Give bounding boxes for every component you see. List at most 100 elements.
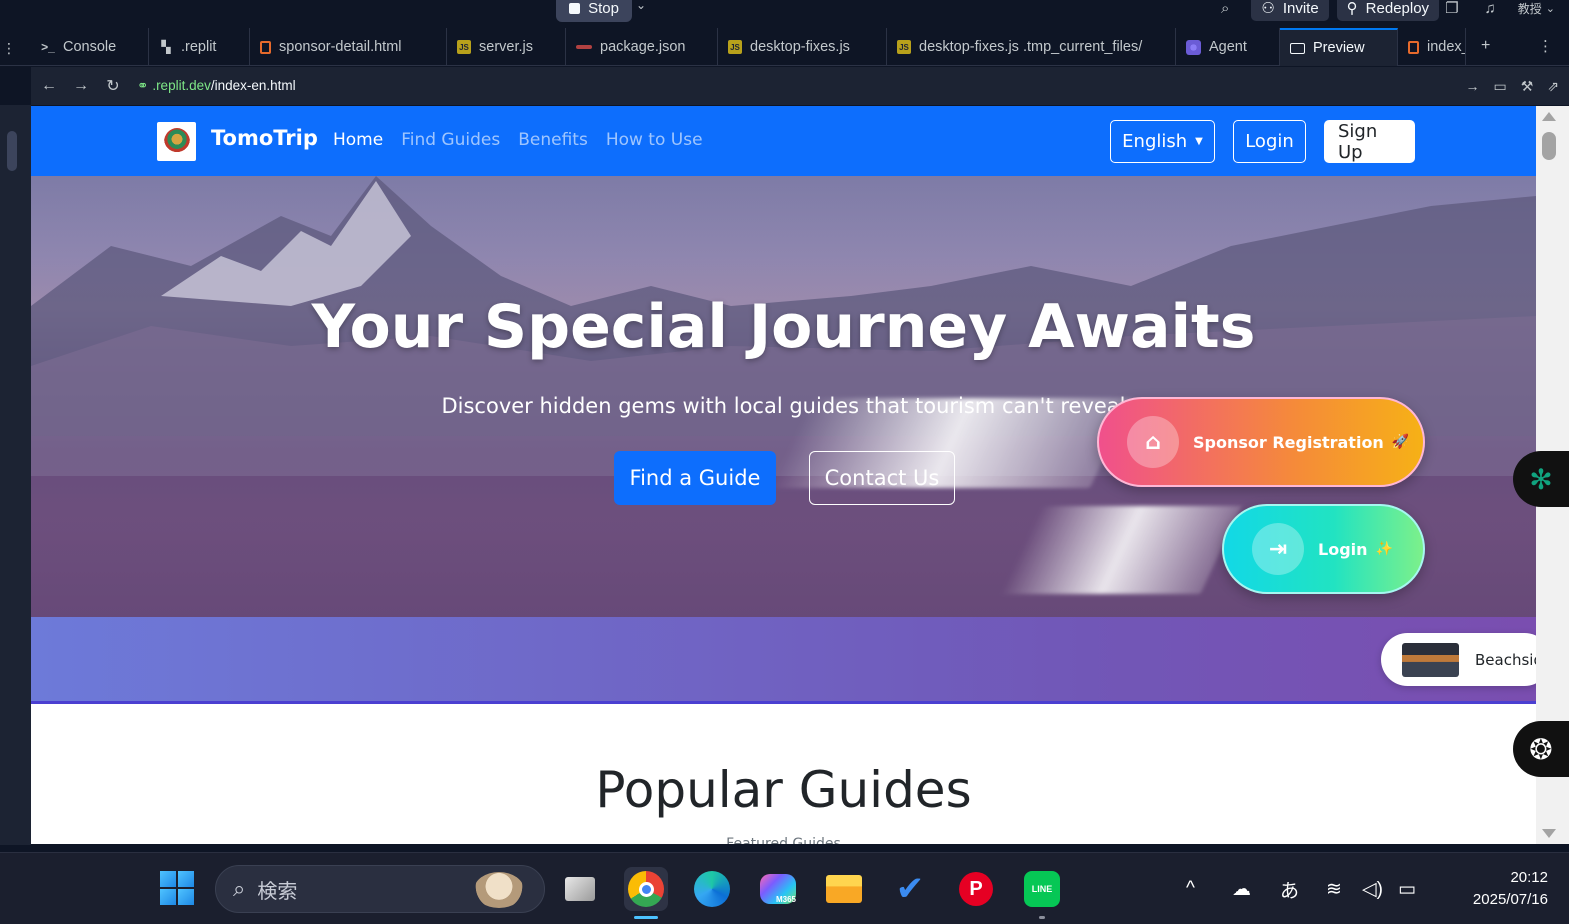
more-icon[interactable]: ⋮ xyxy=(2,40,16,57)
floating-login-button[interactable]: ⇥ Login ✨ xyxy=(1222,504,1425,594)
invite-button[interactable]: ⚇ Invite xyxy=(1251,0,1329,21)
windows-taskbar: ⌕ 検索 M365 ✔ P LINE ^ ☁ あ ≋ ◁) ▭ 20:12 20… xyxy=(0,852,1569,924)
tab-console[interactable]: >_ Console xyxy=(31,28,149,66)
nav-home[interactable]: Home xyxy=(333,130,383,150)
light-streak xyxy=(1000,506,1242,594)
line-label: LINE xyxy=(1024,871,1060,907)
chrome-icon[interactable] xyxy=(624,867,668,919)
agent-icon xyxy=(1186,39,1201,55)
json-file-icon xyxy=(576,45,592,49)
stop-button[interactable]: Stop xyxy=(556,0,632,22)
tab-index[interactable]: index_ xyxy=(1398,28,1466,66)
devices-icon[interactable]: ▭ xyxy=(1493,78,1506,95)
edge-icon[interactable] xyxy=(690,867,734,911)
bell-icon[interactable]: ♫ xyxy=(1485,0,1496,17)
crest-icon xyxy=(163,127,190,156)
chatgpt-icon[interactable]: ❂ xyxy=(1513,721,1569,777)
scrollbar[interactable] xyxy=(7,131,17,171)
scroll-down-icon[interactable] xyxy=(1542,829,1556,838)
html-file-icon xyxy=(1408,40,1419,54)
tab-label: server.js xyxy=(479,39,533,55)
tab-preview[interactable]: Preview xyxy=(1280,28,1398,66)
chatgpt-icon[interactable]: ✻ xyxy=(1513,451,1569,507)
terminal-icon: >_ xyxy=(41,40,55,54)
tab-replit[interactable]: ▚ .replit xyxy=(149,28,250,66)
running-indicator xyxy=(1039,916,1045,919)
line-icon[interactable]: LINE xyxy=(1020,867,1064,919)
contact-us-button[interactable]: Contact Us xyxy=(809,451,955,505)
hero-actions: Find a Guide Contact Us xyxy=(614,451,955,505)
tab-label: Preview xyxy=(1313,40,1365,56)
hero-title: Your Special Journey Awaits xyxy=(311,292,1256,362)
language-dropdown[interactable]: English ▼ xyxy=(1110,120,1215,163)
back-icon[interactable]: ← xyxy=(33,77,65,95)
nav-find-guides[interactable]: Find Guides xyxy=(401,130,500,150)
tab-desktop-fixes-tmp[interactable]: JS desktop-fixes.js .tmp_current_files/ xyxy=(887,28,1176,66)
section-title: Popular Guides xyxy=(595,761,972,819)
ime-indicator[interactable]: あ xyxy=(1280,853,1299,924)
sponsor-label: Sponsor Registration xyxy=(1193,432,1384,452)
signup-button[interactable]: Sign Up xyxy=(1324,120,1415,163)
active-indicator xyxy=(634,916,658,919)
volume-icon[interactable]: ◁) xyxy=(1362,853,1383,924)
scroll-thumb[interactable] xyxy=(1542,132,1556,160)
file-explorer-icon[interactable] xyxy=(822,867,866,911)
nav-actions: English ▼ Login Sign Up xyxy=(1110,120,1415,163)
js-file-icon: JS xyxy=(457,40,471,54)
external-link-icon[interactable]: ⇗ xyxy=(1547,78,1559,95)
js-file-icon: JS xyxy=(728,40,742,54)
brand-logo[interactable] xyxy=(157,122,196,161)
show-hidden-icons-icon[interactable]: ^ xyxy=(1186,853,1195,924)
copy-icon[interactable]: ❐ xyxy=(1445,0,1458,17)
system-clock[interactable]: 20:12 2025/07/16 xyxy=(1448,867,1548,911)
url-actions: → ▭ ⚒ ⇗ xyxy=(1465,67,1559,105)
brand-name[interactable]: TomoTrip xyxy=(211,126,318,150)
preview-url-bar: ← → ↻ ⚭ .replit.dev/index-en.html → ▭ ⚒ ⇗ xyxy=(31,67,1569,105)
scroll-up-icon[interactable] xyxy=(1542,112,1556,121)
login-button[interactable]: Login xyxy=(1233,120,1306,163)
nav-how-to-use[interactable]: How to Use xyxy=(606,130,703,150)
m365-icon[interactable]: M365 xyxy=(756,867,800,911)
html-file-icon xyxy=(260,40,271,54)
deploy-icon: ⚲ xyxy=(1346,0,1358,17)
link-icon: ⚭ xyxy=(137,78,149,93)
search-placeholder: 検索 xyxy=(257,880,298,903)
search-icon[interactable]: ⌕ xyxy=(1221,0,1229,17)
task-view-icon[interactable] xyxy=(558,867,602,911)
forward-icon[interactable]: → xyxy=(65,77,97,95)
go-icon[interactable]: → xyxy=(1465,78,1479,94)
tab-desktop-fixes[interactable]: JS desktop-fixes.js xyxy=(718,28,887,66)
avatar[interactable]: 教授 xyxy=(1518,0,1542,17)
tab-package-json[interactable]: package.json xyxy=(566,28,718,66)
wifi-icon[interactable]: ≋ xyxy=(1326,853,1342,924)
clock-date: 2025/07/16 xyxy=(1472,891,1548,908)
sponsor-registration-button[interactable]: ⌂ Sponsor Registration 🚀 xyxy=(1097,397,1425,487)
devtools-icon[interactable]: ⚒ xyxy=(1521,78,1534,95)
url-field[interactable]: ⚭ .replit.dev/index-en.html xyxy=(137,78,296,94)
todo-icon[interactable]: ✔ xyxy=(888,867,932,911)
battery-icon[interactable]: ▭ xyxy=(1398,853,1416,924)
tab-sponsor-detail[interactable]: sponsor-detail.html xyxy=(250,28,447,66)
find-guide-button[interactable]: Find a Guide xyxy=(614,451,776,505)
windows-start-icon[interactable] xyxy=(160,871,194,905)
redeploy-button[interactable]: ⚲ Redeploy xyxy=(1336,0,1440,21)
more-icon[interactable]: ⋮ xyxy=(1538,37,1553,55)
taskbar-search[interactable]: ⌕ 検索 xyxy=(215,865,545,913)
sponsor-ticker-card[interactable]: Beachsid xyxy=(1381,633,1536,686)
nav-benefits[interactable]: Benefits xyxy=(518,130,588,150)
tab-server-js[interactable]: JS server.js xyxy=(447,28,566,66)
tab-agent[interactable]: Agent xyxy=(1176,28,1280,66)
new-tab-icon[interactable]: + xyxy=(1481,37,1490,55)
tab-label: Console xyxy=(63,39,117,55)
pinterest-icon[interactable]: P xyxy=(954,867,998,911)
tab-bar: >_ Console ▚ .replit sponsor-detail.html… xyxy=(0,28,1569,66)
chevron-down-icon[interactable]: ⌄ xyxy=(1546,2,1555,15)
replit-config-icon: ▚ xyxy=(161,40,171,54)
reload-icon[interactable]: ↻ xyxy=(97,76,129,96)
onedrive-icon[interactable]: ☁ xyxy=(1232,853,1251,924)
chevron-down-icon[interactable]: ⌄ xyxy=(636,0,646,12)
url-host: .replit.dev xyxy=(152,78,211,93)
m365-label: M365 xyxy=(760,874,796,904)
preview-icon xyxy=(1290,42,1305,54)
left-gutter xyxy=(0,105,31,845)
